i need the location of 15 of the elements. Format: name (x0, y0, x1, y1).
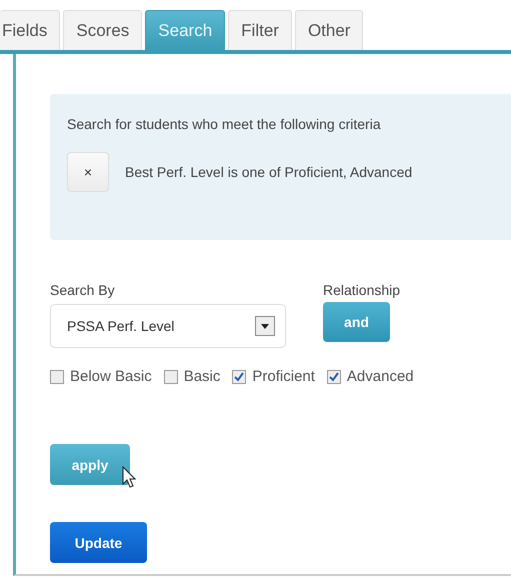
remove-button[interactable]: × (67, 152, 109, 192)
checkbox-label: Proficient (252, 368, 315, 385)
tab[interactable]: Other (294, 10, 364, 50)
criterion-text: Best Perf. Level is one of Proficient, Advanced (125, 164, 412, 180)
tab[interactable]: Fields (0, 10, 60, 50)
tab[interactable]: Scores (63, 10, 142, 50)
field-label: Search By (50, 282, 116, 298)
search-by-dropdown[interactable]: PSSA Perf. Level (50, 304, 286, 348)
update-button[interactable]: Update (50, 522, 147, 563)
field-label: Relationship (323, 282, 400, 298)
criteria-heading: Search for students who meet the following criteria (67, 116, 382, 132)
checkbox-label: Basic (184, 368, 220, 385)
tab[interactable]: Filter (228, 10, 292, 50)
checkbox-label: Advanced (346, 368, 414, 385)
checkbox-label: Below Basic (70, 368, 152, 385)
